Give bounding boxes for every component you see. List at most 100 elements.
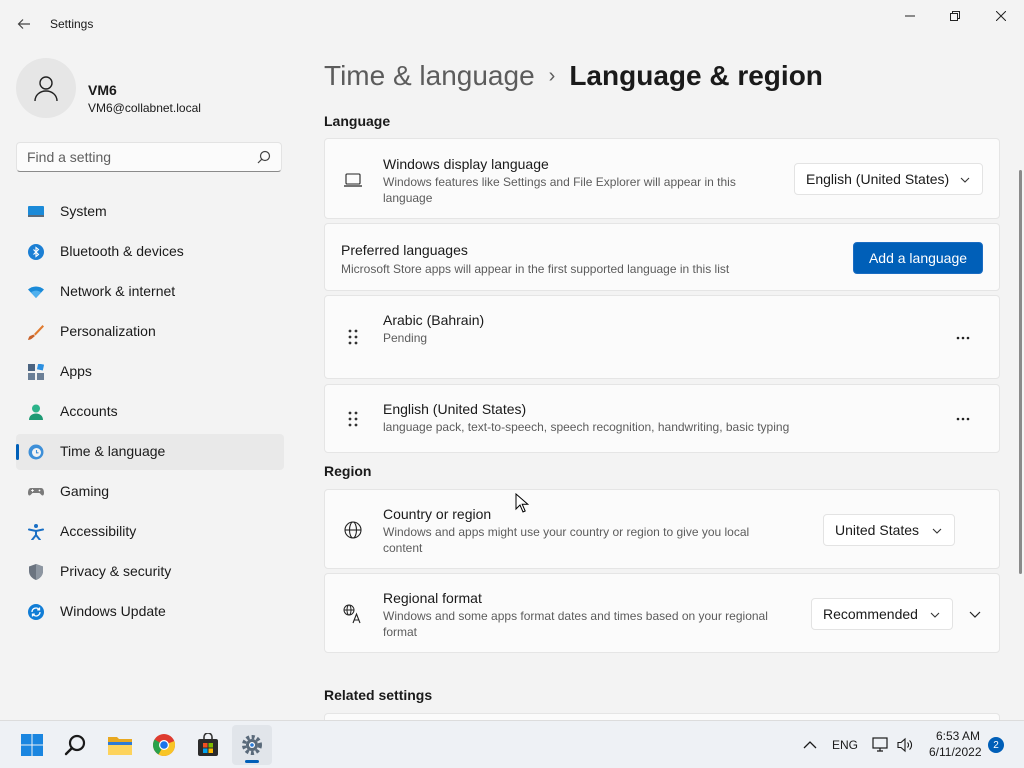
close-button[interactable]: [978, 0, 1024, 32]
brush-icon: [28, 325, 44, 340]
bluetooth-icon: [28, 244, 44, 260]
sidebar-item-system[interactable]: System: [16, 194, 284, 230]
regional-format-dropdown[interactable]: Recommended: [811, 598, 953, 630]
notification-badge[interactable]: 2: [988, 737, 1004, 753]
maximize-button[interactable]: [932, 0, 978, 32]
breadcrumb-parent[interactable]: Time & language: [324, 60, 535, 91]
country-region-value: United States: [835, 522, 920, 538]
restore-icon: [950, 11, 960, 21]
breadcrumb: Time & language › Language & region: [324, 60, 823, 92]
section-title-language: Language: [324, 113, 391, 129]
country-region-dropdown[interactable]: United States: [823, 514, 955, 546]
search-box[interactable]: [16, 142, 282, 172]
language-item[interactable]: English (United States) language pack, t…: [324, 384, 1000, 453]
sidebar-item-personalization[interactable]: Personalization: [16, 314, 284, 350]
chevron-down-icon: [960, 177, 970, 183]
window-title: Settings: [50, 17, 94, 31]
sidebar-item-label: Accounts: [60, 403, 118, 419]
regional-format-value: Recommended: [823, 606, 918, 622]
clock-date[interactable]: 6/11/2022: [929, 745, 982, 759]
language-item[interactable]: Arabic (Bahrain) Pending: [324, 295, 1000, 379]
taskbar: ENG 6:53 AM 6/11/2022 2: [0, 720, 1024, 768]
profile-email: VM6@collabnet.local: [88, 101, 201, 115]
sidebar-item-network[interactable]: Network & internet: [16, 274, 284, 310]
avatar[interactable]: [16, 58, 76, 118]
windows-update-icon: [28, 604, 44, 620]
drag-handle-icon[interactable]: [345, 327, 361, 347]
system-icon: [28, 206, 44, 217]
expand-button[interactable]: [959, 598, 991, 630]
regional-format-card[interactable]: Regional format Windows and some apps fo…: [324, 573, 1000, 653]
sidebar-item-label: Accessibility: [60, 523, 137, 539]
gaming-icon: [28, 488, 44, 496]
sidebar-item-label: System: [60, 203, 107, 219]
show-hidden-icons-chevron-up-icon[interactable]: [803, 738, 817, 752]
start-button[interactable]: [12, 725, 52, 765]
mouse-cursor-icon: [515, 493, 529, 513]
chrome-button[interactable]: [144, 725, 184, 765]
display-language-card: Windows display language Windows feature…: [324, 138, 1000, 219]
search-input[interactable]: [27, 143, 247, 171]
related-settings-card[interactable]: [324, 713, 1000, 720]
country-region-card: Country or region Windows and apps might…: [324, 489, 1000, 569]
language-name: Arabic (Bahrain): [383, 312, 485, 328]
back-arrow-icon: [17, 19, 30, 29]
more-options-button[interactable]: [947, 322, 979, 354]
sidebar-item-label: Bluetooth & devices: [60, 243, 184, 259]
chevron-down-icon: [932, 528, 942, 534]
more-options-button[interactable]: [947, 403, 979, 435]
file-explorer-button[interactable]: [100, 725, 140, 765]
sidebar-item-bluetooth[interactable]: Bluetooth & devices: [16, 234, 284, 270]
sidebar-item-accounts[interactable]: Accounts: [16, 394, 284, 430]
more-icon: [956, 417, 970, 421]
sidebar-item-gaming[interactable]: Gaming: [16, 474, 284, 510]
main-content: Time & language › Language & region Langua…: [300, 48, 1024, 720]
input-language-indicator[interactable]: ENG: [832, 738, 858, 752]
preferred-languages-title: Preferred languages: [341, 242, 468, 258]
globe-icon: [344, 521, 362, 539]
sidebar-item-time-language[interactable]: Time & language: [16, 434, 284, 470]
sidebar-item-windows-update[interactable]: Windows Update: [16, 594, 284, 630]
language-status: Pending: [383, 331, 428, 345]
search-icon[interactable]: [257, 150, 271, 164]
search-icon: [64, 734, 86, 756]
regional-format-description: Windows and some apps format dates and t…: [383, 609, 768, 639]
sidebar-item-label: Windows Update: [60, 603, 166, 619]
sidebar-item-apps[interactable]: Apps: [16, 354, 284, 390]
laptop-icon: [344, 173, 362, 187]
preferred-languages-description: Microsoft Store apps will appear in the …: [341, 262, 730, 276]
settings-app-button[interactable]: [232, 725, 272, 765]
sidebar-item-label: Apps: [60, 363, 92, 379]
network-icon: [28, 286, 44, 298]
store-button[interactable]: [188, 725, 228, 765]
file-explorer-icon: [108, 737, 132, 755]
taskbar-search-button[interactable]: [56, 725, 96, 765]
clock-time[interactable]: 6:53 AM: [936, 729, 980, 743]
country-region-description: Windows and apps might use your country …: [383, 525, 750, 555]
sidebar-item-accessibility[interactable]: Accessibility: [16, 514, 284, 550]
chevron-down-icon: [930, 612, 940, 618]
display-language-dropdown[interactable]: English (United States): [794, 163, 983, 195]
chevron-down-icon: [969, 611, 981, 618]
minimize-button[interactable]: [887, 0, 933, 32]
add-language-button[interactable]: Add a language: [853, 242, 983, 274]
country-region-title: Country or region: [383, 506, 492, 522]
user-icon: [34, 76, 58, 102]
network-status-icon[interactable]: [872, 737, 890, 753]
sidebar-item-label: Privacy & security: [60, 563, 172, 579]
drag-handle-icon[interactable]: [345, 409, 361, 429]
store-icon: [198, 733, 218, 756]
scrollbar[interactable]: [1019, 170, 1022, 574]
section-title-related: Related settings: [324, 687, 433, 703]
chrome-icon: [153, 734, 176, 756]
back-button[interactable]: [12, 12, 36, 36]
sidebar-item-privacy[interactable]: Privacy & security: [16, 554, 284, 590]
more-icon: [956, 336, 970, 340]
shield-icon: [29, 564, 43, 580]
settings-icon: [242, 735, 262, 755]
minimize-icon: [905, 15, 915, 17]
sidebar-item-label: Gaming: [60, 483, 110, 499]
sidebar-item-label: Network & internet: [60, 283, 176, 299]
time-language-icon: [28, 444, 44, 460]
volume-icon[interactable]: [897, 737, 913, 753]
